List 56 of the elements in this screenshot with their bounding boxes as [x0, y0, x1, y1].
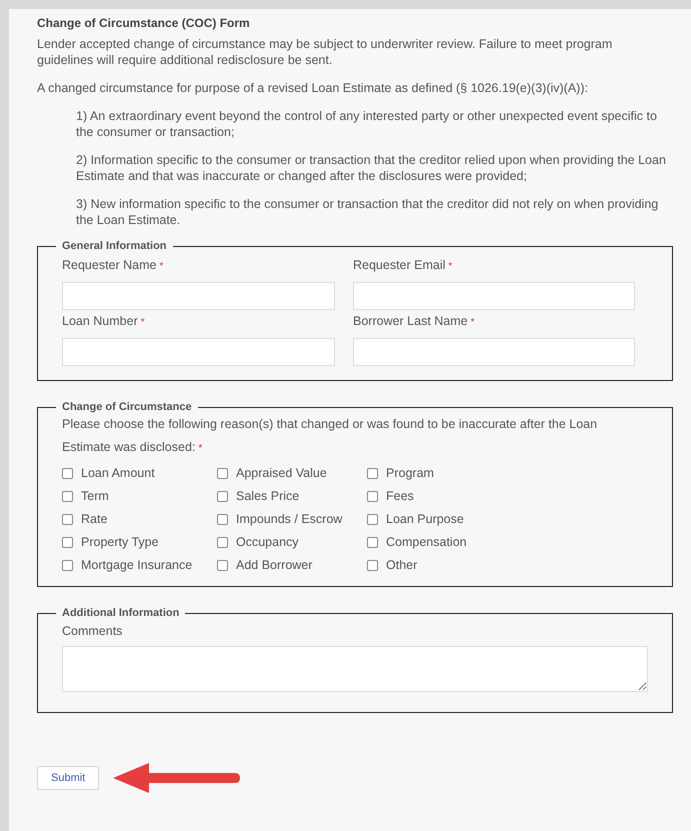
condition-text: 3) New information specific to the consumer or transaction that the creditor did not rely on when providing the Loan Estimate. — [76, 196, 660, 228]
checkbox-label: Sales Price — [236, 489, 300, 503]
checkbox[interactable] — [217, 560, 228, 570]
checkbox[interactable] — [367, 560, 378, 570]
checkbox[interactable] — [217, 490, 228, 502]
required-mark: * — [160, 261, 164, 272]
checkbox[interactable] — [367, 490, 378, 502]
field-label: Comments — [62, 624, 122, 638]
checkbox-label: Program — [386, 466, 434, 480]
checkbox-label: Appraised Value — [236, 466, 327, 480]
input-field[interactable] — [62, 282, 335, 310]
input-field[interactable] — [353, 338, 635, 366]
checkbox[interactable] — [217, 468, 228, 478]
input-field[interactable] — [353, 282, 635, 310]
checkbox-label: Occupancy — [236, 535, 299, 549]
field-label: Requester Email — [353, 258, 446, 272]
checkbox-label: Compensation — [386, 535, 467, 549]
checkbox-label: Other — [386, 558, 418, 572]
intro-text: Lender accepted change of circumstance may be subject to underwriter review. Failure to meet program guidelines will require additional redisclosure be sent. — [37, 36, 614, 68]
comments-field[interactable] — [62, 646, 648, 692]
required-mark: * — [448, 261, 452, 272]
section-legend: Change of Circumstance — [56, 401, 198, 413]
checkbox[interactable] — [367, 514, 378, 524]
checkbox[interactable] — [62, 468, 73, 478]
definition-text: A changed circumstance for purpose of a revised Loan Estimate as defined (§ 1026.19(e)(3)(iv)(A)): — [37, 80, 589, 96]
checkbox[interactable] — [62, 514, 73, 524]
checkbox[interactable] — [217, 514, 228, 524]
required-mark: * — [140, 317, 145, 328]
checkbox-label: Fees — [386, 489, 414, 503]
checkbox[interactable] — [367, 536, 378, 548]
checkbox[interactable] — [62, 536, 73, 548]
form-title: Change of Circumstance (COC) Form — [37, 16, 251, 30]
checkbox[interactable] — [62, 490, 73, 502]
condition-text: 1) An extraordinary event beyond the control of any interested party or other unexpected event specific to the consumer or transaction; — [76, 108, 658, 140]
checkbox[interactable] — [62, 560, 73, 570]
checkbox-label: Loan Purpose — [386, 512, 464, 526]
checkbox-label: Impounds / Escrow — [236, 512, 342, 526]
field-label: Borrower Last Name — [353, 314, 468, 328]
checkbox[interactable] — [367, 468, 378, 478]
arrow-icon — [113, 761, 242, 795]
required-mark: * — [470, 317, 475, 328]
checkbox-label: Term — [81, 489, 109, 503]
section-legend: General Information — [56, 240, 173, 252]
condition-text: 2) Information specific to the consumer or transaction that the creditor relied upon when providing the Loan Estimate and that was inaccurate or changed after the disclosures were provided; — [76, 152, 667, 184]
input-field[interactable] — [62, 338, 335, 366]
field-label: Requester Name — [62, 258, 156, 272]
checkbox-label: Mortgage Insurance — [81, 558, 192, 572]
section-legend: Additional Information — [56, 607, 186, 619]
field-label: Loan Number — [62, 314, 138, 328]
checkbox-label: Loan Amount — [81, 466, 155, 480]
checkbox[interactable] — [217, 536, 228, 548]
submit-button[interactable]: Submit — [37, 766, 100, 790]
checkbox-label: Rate — [81, 512, 108, 526]
prompt-text: Please choose the following reason(s) that changed or was found to be inaccurate after the Loan Estimate was disclosed: * — [62, 416, 598, 456]
checkbox-label: Add Borrower — [236, 558, 312, 572]
checkbox-label: Property Type — [81, 535, 159, 549]
